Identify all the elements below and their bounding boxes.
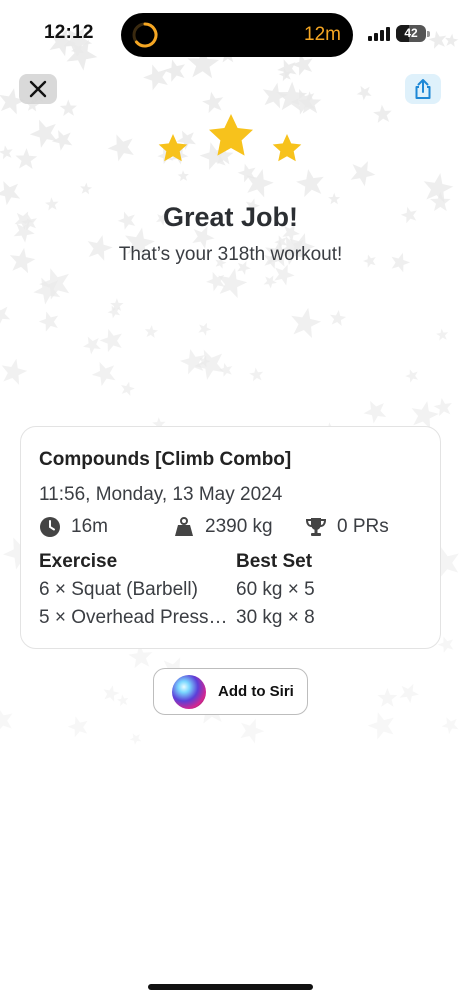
share-button[interactable] — [405, 74, 441, 104]
star-icon — [209, 114, 253, 156]
exercise-name: 5 × Overhead Press… — [39, 607, 228, 628]
exercise-column-header: Exercise — [39, 551, 118, 572]
dynamic-island[interactable]: 12m — [121, 13, 353, 57]
prs-stat: 0 PRs — [305, 515, 389, 539]
live-activity-timer: 12m — [304, 24, 341, 45]
clock-icon — [40, 517, 60, 537]
battery-level: 42 — [404, 26, 418, 40]
add-to-siri-button[interactable]: Add to Siri — [153, 668, 308, 715]
exercise-name: 6 × Squat (Barbell) — [39, 579, 198, 600]
star-icon — [272, 134, 302, 162]
duration-value: 16m — [71, 516, 108, 537]
prs-value: 0 PRs — [337, 516, 389, 537]
close-button[interactable] — [19, 74, 57, 104]
close-icon — [29, 80, 47, 98]
siri-icon — [172, 675, 206, 709]
workout-count-text: That’s your 318th workout! — [118, 244, 343, 265]
rating-stars — [158, 114, 302, 162]
best-set-value: 30 kg × 8 — [236, 607, 315, 628]
volume-stat: 2390 kg — [173, 515, 273, 539]
timer-ring-icon — [132, 22, 158, 48]
weight-icon — [175, 517, 193, 536]
best-set-column-header: Best Set — [236, 551, 313, 572]
duration-stat: 16m — [39, 515, 108, 539]
battery-indicator: 42 — [396, 25, 430, 42]
add-to-siri-label: Add to Siri — [218, 683, 294, 700]
workout-title: Compounds [Climb Combo] — [39, 449, 292, 470]
home-indicator[interactable] — [148, 984, 313, 990]
workout-date: 11:56, Monday, 13 May 2024 — [39, 484, 283, 505]
star-icon — [158, 134, 188, 162]
share-icon — [415, 79, 431, 99]
volume-value: 2390 kg — [205, 516, 273, 537]
status-bar: 12:12 12m 42 — [0, 0, 461, 64]
status-time: 12:12 — [44, 22, 94, 43]
headline: Great Job! — [162, 202, 299, 232]
best-set-value: 60 kg × 5 — [236, 579, 315, 600]
trophy-icon — [305, 518, 327, 536]
workout-summary-card[interactable]: Compounds [Climb Combo] 11:56, Monday, 1… — [20, 426, 441, 649]
cellular-signal-icon — [368, 27, 390, 41]
